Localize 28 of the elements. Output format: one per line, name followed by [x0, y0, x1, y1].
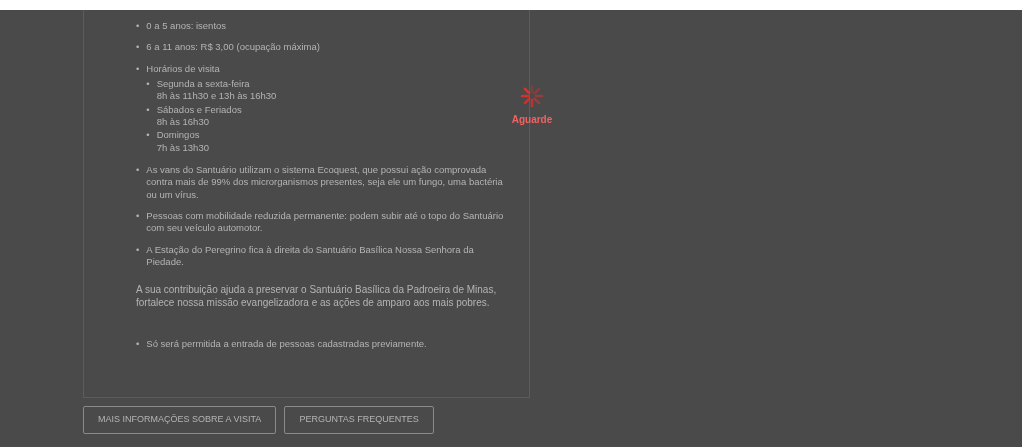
loading-text: Aguarde: [511, 113, 553, 127]
bullet: •: [136, 20, 140, 33]
bullet: •: [136, 164, 140, 178]
bullet: •: [146, 78, 150, 92]
spinner-icon: [520, 84, 544, 108]
list-item-text: A Estação do Peregrino fica à direita do Santuário Basílica Nossa Senhora da Piedade.: [146, 243, 474, 268]
bullet: •: [136, 243, 140, 257]
contribution-text: A sua contribuição ajuda a preservar o Santuário Basílica da Padroeira de Minas, fortalece nossa missão evangelizadora e as ações de amparo aos mais pobres.: [136, 282, 498, 310]
list-item-text: Horários de visita: [146, 62, 220, 74]
bullet: •: [136, 337, 140, 350]
schedule-time: 8h às 11h30 e 13h às 16h30: [156, 90, 277, 102]
entry-note: Só será permitida a entrada de pessoas cadastradas previamente.: [146, 337, 427, 349]
schedule-time: 8h às 16h30: [156, 116, 209, 128]
schedule-time: 7h às 13h30: [156, 141, 209, 153]
list-item-text: Pessoas com mobilidade reduzida permanente: podem subir até o topo do Santuário com seu veículo automotor.: [146, 210, 504, 234]
list-item-text: 0 a 5 anos: isentos: [146, 20, 227, 31]
schedule-day: Domingos: [156, 129, 200, 141]
outline-button[interactable]: PERGUNTAS FREQUENTES: [284, 406, 434, 434]
schedule-day: Segunda a sexta-feira: [156, 78, 250, 90]
bullet: •: [146, 103, 150, 117]
bullet: •: [146, 129, 150, 143]
list-item-text: 6 a 11 anos: R$ 3,00 (ocupação máxima): [146, 41, 320, 53]
bullet: •: [136, 210, 140, 224]
schedule-day: Sábados e Feriados: [156, 103, 242, 115]
outline-button[interactable]: MAIS INFORMAÇÕES SOBRE A VISITA: [83, 406, 277, 434]
bullet: •: [136, 41, 140, 54]
bullet: •: [136, 62, 140, 76]
list-item-text: As vans do Santuário utilizam o sistema Ecoquest, que possui ação comprovada contra mais de 99% dos microrganismos presentes, seja ele um fungo, uma bactéria ou um vírus.: [146, 164, 503, 200]
